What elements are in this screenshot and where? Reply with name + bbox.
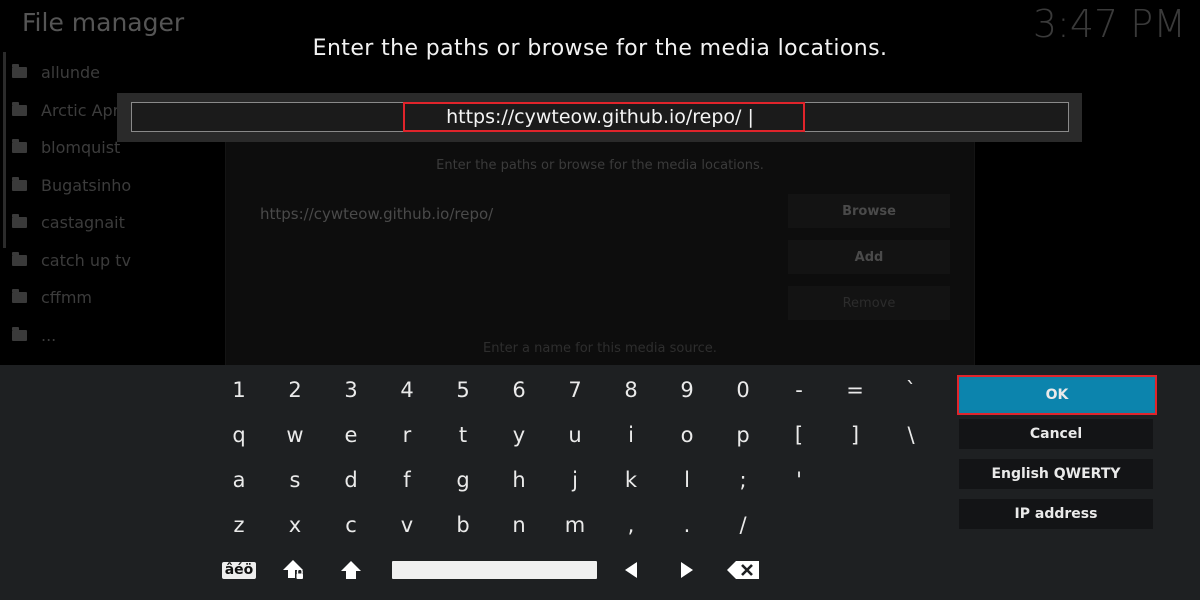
- caps-lock-key[interactable]: [267, 550, 323, 590]
- shift-key[interactable]: [323, 550, 379, 590]
- cancel-button[interactable]: Cancel: [959, 419, 1153, 449]
- key[interactable]: 2: [267, 370, 323, 410]
- key[interactable]: d: [323, 460, 379, 500]
- backspace-key[interactable]: [715, 550, 771, 590]
- key[interactable]: j: [547, 460, 603, 500]
- browse-button: Browse: [788, 194, 950, 228]
- key[interactable]: m: [547, 505, 603, 545]
- arrow-left-icon: [625, 562, 637, 578]
- list-item: ...: [12, 317, 212, 355]
- key-row-numbers: 1 2 3 4 5 6 7 8 9 0 - = `: [211, 370, 939, 410]
- folder-icon: [12, 214, 27, 229]
- key[interactable]: u: [547, 415, 603, 455]
- accents-key[interactable]: âéö: [211, 550, 267, 590]
- key[interactable]: w: [267, 415, 323, 455]
- dialog-url: https://cywteow.github.io/repo/: [260, 205, 494, 223]
- key[interactable]: i: [603, 415, 659, 455]
- key[interactable]: c: [323, 505, 379, 545]
- folder-icon: [12, 139, 27, 154]
- folder-icon: [12, 326, 27, 341]
- cursor-left-key[interactable]: [603, 550, 659, 590]
- list-item: castagnait: [12, 204, 212, 242]
- dialog-footer: Enter a name for this media source.: [483, 341, 717, 356]
- cursor-right-key[interactable]: [659, 550, 715, 590]
- key[interactable]: -: [771, 370, 827, 410]
- key[interactable]: /: [715, 505, 771, 545]
- key[interactable]: ': [771, 460, 827, 500]
- key[interactable]: 8: [603, 370, 659, 410]
- key[interactable]: `: [883, 370, 939, 410]
- folder-icon: [12, 101, 27, 116]
- key[interactable]: g: [435, 460, 491, 500]
- key[interactable]: a: [211, 460, 267, 500]
- key[interactable]: 6: [491, 370, 547, 410]
- onscreen-keyboard: 1 2 3 4 5 6 7 8 9 0 - = ` q w e r t y u …: [0, 365, 1200, 600]
- key[interactable]: ]: [827, 415, 883, 455]
- folder-icon: [12, 176, 27, 191]
- list-item: cffmm: [12, 279, 212, 317]
- special-keys: âéö: [211, 550, 939, 590]
- key[interactable]: s: [267, 460, 323, 500]
- key-row-home: a s d f g h j k l ; ': [211, 460, 939, 500]
- key[interactable]: f: [379, 460, 435, 500]
- scrollbar: [3, 52, 6, 248]
- key[interactable]: l: [659, 460, 715, 500]
- key-row-bottom: z x c v b n m , . /: [211, 505, 939, 545]
- space-key[interactable]: [392, 550, 597, 590]
- input-panel: https://cywteow.github.io/repo/ |: [117, 93, 1082, 142]
- dialog-hint: Enter the paths or browse for the media …: [436, 158, 764, 173]
- key[interactable]: =: [827, 370, 883, 410]
- key[interactable]: k: [603, 460, 659, 500]
- key[interactable]: 4: [379, 370, 435, 410]
- key[interactable]: 7: [547, 370, 603, 410]
- list-item: catch up tv: [12, 242, 212, 280]
- key[interactable]: o: [659, 415, 715, 455]
- key[interactable]: \: [883, 415, 939, 455]
- list-item: Bugatsinho: [12, 167, 212, 205]
- space-bar: [392, 561, 597, 579]
- key[interactable]: ;: [715, 460, 771, 500]
- folder-icon: [12, 251, 27, 266]
- key[interactable]: e: [323, 415, 379, 455]
- key[interactable]: x: [267, 505, 323, 545]
- key[interactable]: v: [379, 505, 435, 545]
- remove-button: Remove: [788, 286, 950, 320]
- key[interactable]: 0: [715, 370, 771, 410]
- key[interactable]: 9: [659, 370, 715, 410]
- shift-icon: [341, 561, 361, 579]
- backspace-icon: [727, 561, 759, 579]
- add-button: Add: [788, 240, 950, 274]
- key[interactable]: 1: [211, 370, 267, 410]
- folder-icon: [12, 289, 27, 304]
- ok-button[interactable]: OK: [957, 375, 1157, 415]
- folder-icon: [12, 64, 27, 79]
- caps-lock-icon: [283, 560, 304, 580]
- input-highlight: [403, 102, 805, 132]
- key[interactable]: t: [435, 415, 491, 455]
- add-source-dialog: Enter the paths or browse for the media …: [225, 140, 975, 370]
- key[interactable]: [: [771, 415, 827, 455]
- ok-button-label: OK: [960, 380, 1154, 410]
- key[interactable]: z: [211, 505, 267, 545]
- key[interactable]: r: [379, 415, 435, 455]
- key-row-top: q w e r t y u i o p [ ] \: [211, 415, 939, 455]
- keyboard-layout-button[interactable]: English QWERTY: [959, 459, 1153, 489]
- key[interactable]: n: [491, 505, 547, 545]
- key[interactable]: ,: [603, 505, 659, 545]
- key[interactable]: 3: [323, 370, 379, 410]
- ip-address-button[interactable]: IP address: [959, 499, 1153, 529]
- key[interactable]: .: [659, 505, 715, 545]
- key[interactable]: q: [211, 415, 267, 455]
- arrow-right-icon: [681, 562, 693, 578]
- window-title: File manager: [22, 8, 185, 37]
- keyboard-heading: Enter the paths or browse for the media …: [312, 36, 888, 61]
- key[interactable]: 5: [435, 370, 491, 410]
- key[interactable]: p: [715, 415, 771, 455]
- key[interactable]: b: [435, 505, 491, 545]
- accents-key-label: âéö: [221, 561, 257, 579]
- key[interactable]: y: [491, 415, 547, 455]
- key[interactable]: h: [491, 460, 547, 500]
